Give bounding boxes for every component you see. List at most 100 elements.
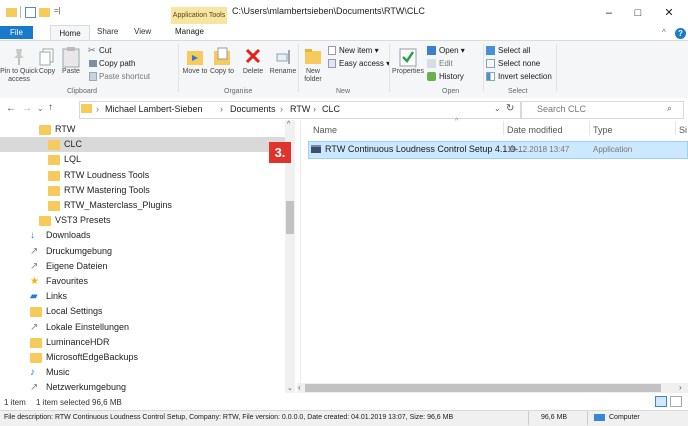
application-icon — [311, 145, 321, 153]
tab-file[interactable]: File — [0, 26, 33, 39]
horizontal-scroll-thumb[interactable] — [305, 384, 661, 392]
copy-to-button[interactable]: Copy to — [209, 44, 235, 88]
pin-quick-access-button[interactable]: Pin to Quick access — [0, 44, 38, 88]
nav-item[interactable]: ↗ Netzwerkumgebung — [0, 380, 286, 395]
tab-view[interactable]: View — [134, 27, 151, 36]
nav-item[interactable]: RTW Loudness Tools — [0, 168, 286, 183]
collapse-ribbon-icon[interactable]: ^ — [662, 28, 666, 37]
help-icon[interactable]: ? — [675, 28, 686, 39]
shortcut-icon: ↗ — [30, 245, 39, 257]
maximize-button[interactable]: □ — [624, 4, 652, 22]
rename-button[interactable]: Rename — [268, 44, 298, 88]
history-button[interactable]: History — [427, 71, 482, 82]
file-description: File description: RTW Continuous Loudnes… — [4, 414, 454, 421]
nav-item[interactable]: ♪ Music — [0, 365, 286, 380]
nav-item[interactable]: RTW — [0, 122, 286, 137]
chevron-right-icon[interactable]: › — [220, 104, 223, 114]
new-item-button[interactable]: New item ▾ — [328, 45, 388, 56]
close-button[interactable]: ✕ — [655, 4, 683, 22]
nav-item-label: Netzwerkumgebung — [46, 382, 127, 393]
folder-icon — [48, 155, 60, 166]
properties-button[interactable]: Properties — [392, 44, 424, 88]
forward-icon[interactable]: → — [22, 103, 32, 114]
address-dropdown-icon[interactable]: ⌄ — [494, 104, 501, 113]
select-none-button[interactable]: Select none — [486, 58, 546, 69]
nav-item[interactable]: RTW_Masterclass_Plugins — [0, 198, 286, 213]
copy-path-button[interactable]: Copy path — [88, 58, 160, 69]
breadcrumb-user[interactable]: Michael Lambert-Sieben — [105, 104, 203, 114]
tab-home[interactable]: Home — [50, 25, 90, 41]
divider — [589, 121, 590, 135]
invert-selection-button[interactable]: Invert selection — [486, 71, 556, 82]
paste-button[interactable]: Paste — [58, 44, 84, 88]
delete-button[interactable]: Delete — [238, 44, 268, 88]
delete-label: Delete — [242, 68, 264, 75]
edit-label: Edit — [439, 59, 453, 68]
folder-icon — [30, 307, 42, 318]
copy-button[interactable]: Copy — [36, 44, 58, 88]
selection-info: 1 item selected 96,6 MB — [36, 398, 122, 407]
refresh-icon[interactable]: ↻ — [506, 103, 514, 114]
new-folder-button[interactable]: New folder — [301, 44, 325, 88]
column-type[interactable]: Type — [593, 125, 613, 135]
scroll-down-icon[interactable]: ⌄ — [287, 384, 293, 392]
select-all-button[interactable]: Select all — [486, 45, 546, 56]
breadcrumb-documents[interactable]: Documents — [230, 104, 276, 114]
minimize-button[interactable]: – — [595, 4, 623, 22]
nav-item[interactable]: ↓ Downloads — [0, 228, 286, 243]
breadcrumb-rtw[interactable]: RTW — [290, 104, 310, 114]
nav-tree: RTW CLC LQL RTW Loudness Tools RTW Mastering… — [0, 122, 286, 409]
paste-shortcut-button[interactable]: Paste shortcut — [88, 71, 172, 82]
tab-manage[interactable]: Manage — [175, 27, 204, 36]
group-clipboard: Clipboard — [67, 88, 97, 95]
divider — [675, 121, 676, 135]
properties-icon[interactable] — [25, 7, 36, 18]
nav-item[interactable]: ★ Favourites — [0, 274, 286, 289]
back-icon[interactable]: ← — [6, 103, 16, 114]
scroll-left-icon[interactable]: ‹ — [298, 383, 301, 392]
copy-to-label: Copy to — [209, 68, 235, 75]
nav-item-label: MicrosoftEdgeBackups — [46, 352, 139, 362]
scroll-right-icon[interactable]: › — [679, 383, 682, 392]
breadcrumb-clc[interactable]: CLC — [322, 104, 340, 114]
chevron-right-icon[interactable]: › — [280, 104, 283, 114]
column-name[interactable]: Name — [313, 125, 337, 135]
invert-selection-label: Invert selection — [498, 72, 552, 81]
details-view-icon[interactable] — [655, 396, 667, 407]
nav-item[interactable]: RTW Mastering Tools — [0, 183, 286, 198]
open-button[interactable]: Open ▾ — [427, 45, 477, 56]
nav-item[interactable]: ↗ Eigene Dateien — [0, 259, 286, 274]
nav-item[interactable]: ▰ Links — [0, 289, 286, 304]
nav-item[interactable]: CLC — [0, 137, 286, 153]
invert-selection-icon — [486, 72, 495, 81]
nav-item[interactable]: LQL — [0, 152, 286, 167]
column-size[interactable]: Si — [679, 125, 687, 135]
chevron-right-icon[interactable]: › — [96, 104, 99, 114]
cut-button[interactable]: ✂ Cut — [88, 45, 148, 56]
nav-item[interactable]: VST3 Presets — [0, 213, 286, 228]
nav-item[interactable]: LuminanceHDR — [0, 335, 286, 350]
easy-access-button[interactable]: Easy access ▾ — [328, 58, 394, 69]
nav-item[interactable]: Local Settings — [0, 304, 286, 319]
new-folder-icon[interactable] — [39, 8, 50, 17]
up-icon[interactable]: ↑ — [48, 102, 53, 113]
scroll-up-icon[interactable]: ^ — [287, 121, 290, 128]
chevron-right-icon[interactable]: › — [313, 104, 316, 114]
column-date-modified[interactable]: Date modified — [507, 125, 563, 135]
recent-dropdown-icon[interactable]: ⌄ — [37, 104, 44, 113]
move-to-button[interactable]: Move to — [182, 44, 208, 88]
nav-item[interactable]: MicrosoftEdgeBackups — [0, 350, 286, 365]
edit-button[interactable]: Edit — [427, 58, 477, 69]
nav-item[interactable]: ↗ Lokale Einstellungen — [0, 320, 286, 335]
search-icon[interactable]: ⌕ — [667, 103, 672, 114]
easy-access-label: Easy access ▾ — [339, 59, 391, 68]
sort-up-icon: ^ — [455, 118, 459, 125]
nav-item[interactable]: ↗ Druckumgebung — [0, 244, 286, 259]
tab-share[interactable]: Share — [97, 27, 118, 36]
qat-dropdown-icon[interactable]: =| — [54, 6, 61, 15]
window-title: C:\Users\mlambertsieben\Documents\RTW\CL… — [232, 6, 425, 16]
nav-item-label: RTW Mastering Tools — [64, 184, 150, 195]
properties-label: Properties — [392, 68, 424, 75]
large-icons-view-icon[interactable] — [670, 396, 682, 407]
nav-scroll-thumb[interactable] — [286, 201, 294, 234]
